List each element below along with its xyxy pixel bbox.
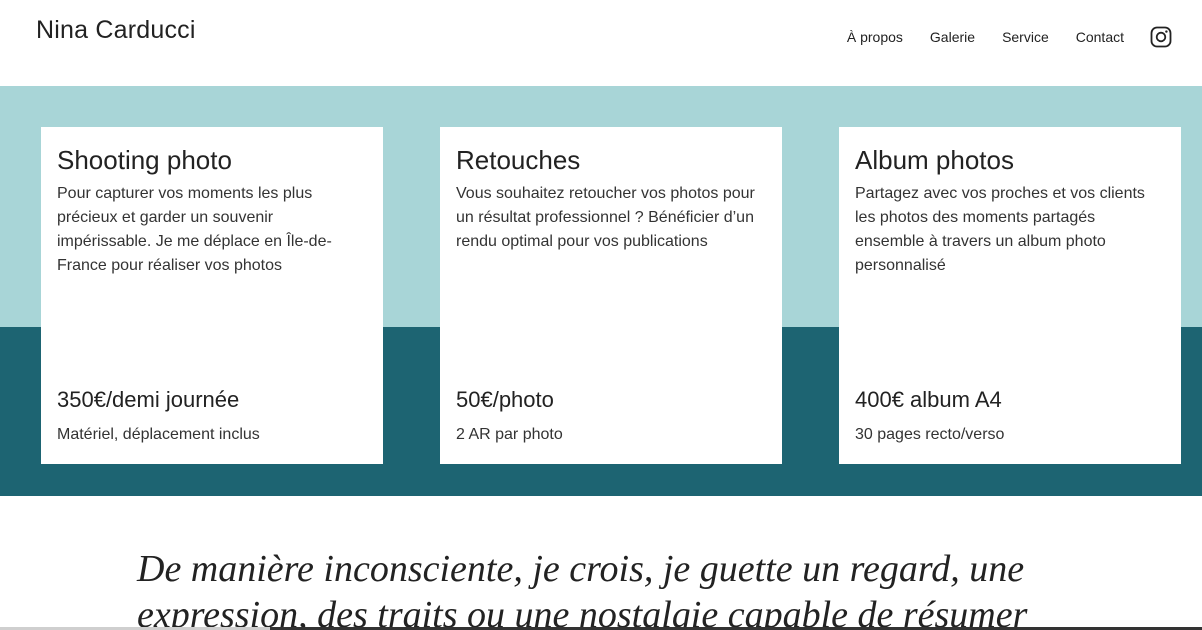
service-price: 400€ album A4 [855, 387, 1002, 412]
service-note: 2 AR par photo [456, 426, 563, 443]
service-card-retouches: Retouches Vous souhaitez retoucher vos p… [440, 127, 782, 464]
main-nav: À propos Galerie Service Contact [847, 26, 1172, 48]
page: Nina Carducci À propos Galerie Service C… [0, 0, 1202, 630]
service-description: Pour capturer vos moments les plus préci… [57, 185, 332, 274]
service-price: 50€/photo [456, 387, 554, 412]
nav-link-a-propos[interactable]: À propos [847, 28, 903, 46]
service-note: Matériel, déplacement inclus [57, 426, 260, 443]
nav-link-galerie[interactable]: Galerie [930, 28, 975, 46]
service-title: Shooting photo [57, 145, 232, 175]
service-description: Partagez avec vos proches et vos clients… [855, 185, 1145, 274]
service-price: 350€/demi journée [57, 387, 240, 412]
services-section: Shooting photo Pour capturer vos moments… [0, 86, 1202, 496]
nav-link-contact[interactable]: Contact [1076, 28, 1124, 46]
service-note: 30 pages recto/verso [855, 426, 1005, 443]
quote-text: De manière inconsciente, je crois, je gu… [137, 548, 1028, 630]
site-header: Nina Carducci À propos Galerie Service C… [0, 0, 1202, 86]
service-card-shooting: Shooting photo Pour capturer vos moments… [41, 127, 383, 464]
service-title: Retouches [456, 145, 581, 175]
instagram-icon[interactable] [1150, 26, 1172, 48]
service-description: Vous souhaitez retoucher vos photos pour… [456, 185, 755, 250]
nav-link-service[interactable]: Service [1002, 28, 1049, 46]
service-title: Album photos [855, 145, 1014, 175]
site-logo[interactable]: Nina Carducci [36, 16, 196, 45]
service-card-album: Album photos Partagez avec vos proches e… [839, 127, 1181, 464]
